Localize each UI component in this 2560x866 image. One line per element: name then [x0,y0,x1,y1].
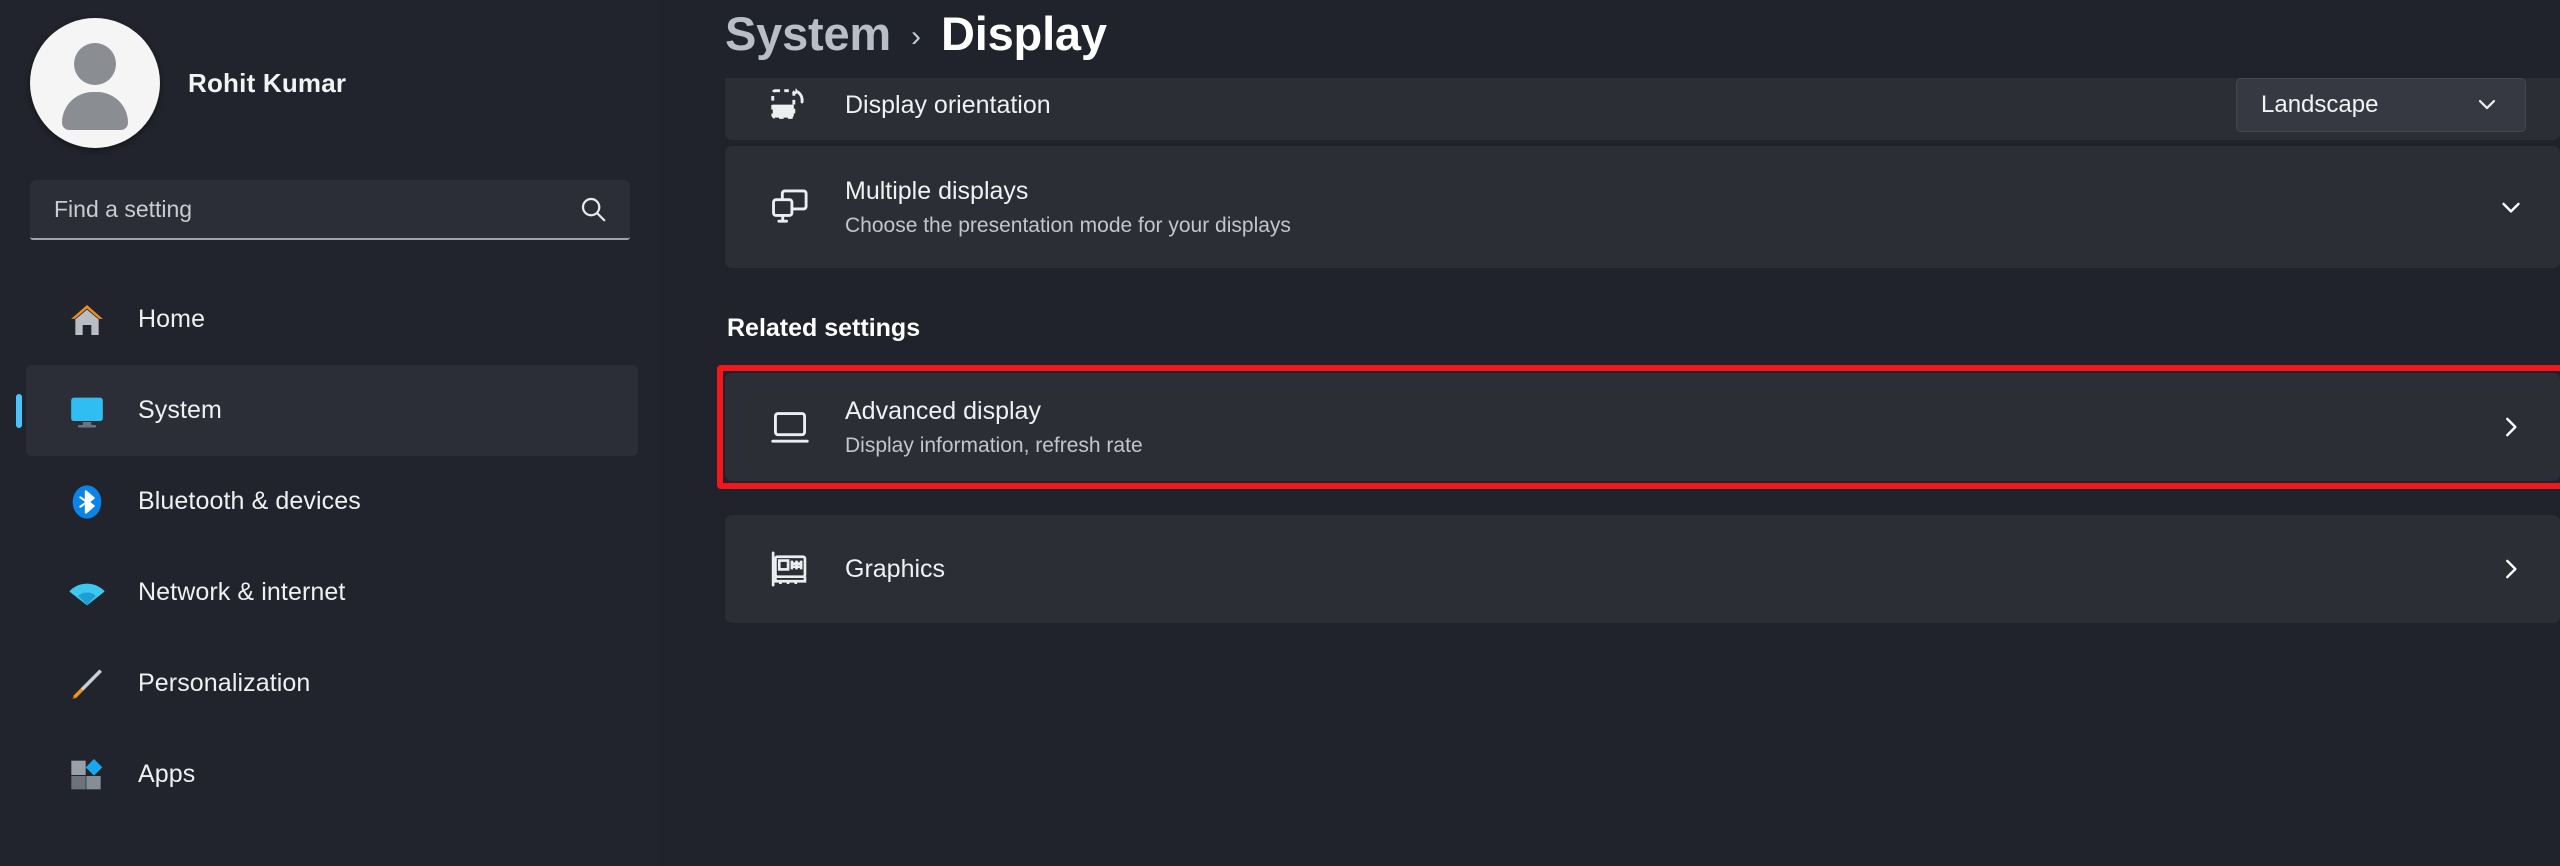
row-graphics[interactable]: Graphics [725,515,2560,623]
user-profile[interactable]: Rohit Kumar [0,8,660,158]
row-advanced-display[interactable]: Advanced display Display information, re… [725,373,2560,481]
sidebar-item-label: Network & internet [138,578,346,606]
graphics-card-icon [763,542,817,596]
row-control: Landscape [2236,78,2526,132]
row-control [2496,554,2526,584]
user-avatar-icon [30,18,160,148]
apps-icon [66,754,108,796]
row-title: Advanced display [845,397,1041,426]
sidebar-item-home[interactable]: Home [0,274,660,365]
chevron-right-icon[interactable] [2496,554,2526,584]
settings-window: Rohit Kumar Home [0,0,2560,866]
row-text: Display orientation [845,90,2236,121]
sidebar-item-label: Bluetooth & devices [138,487,361,515]
search-box[interactable] [30,180,630,240]
sidebar: Rohit Kumar Home [0,0,660,866]
row-subtitle: Choose the presentation mode for your di… [845,213,1291,237]
row-text: Advanced display Display information, re… [845,396,2496,458]
sidebar-item-apps[interactable]: Apps [0,729,660,820]
settings-list: Display orientation Landscape Multiple d… [725,78,2560,623]
row-text: Multiple displays Choose the presentatio… [845,176,2496,238]
chevron-down-icon[interactable] [2496,192,2526,222]
sidebar-nav: Home System Bluetooth & devices Network … [0,274,660,820]
sidebar-item-label: System [138,396,222,424]
row-text: Graphics [845,554,2496,585]
row-display-orientation[interactable]: Display orientation Landscape [725,78,2560,140]
sidebar-item-label: Personalization [138,669,311,697]
paintbrush-icon [66,663,108,705]
display-orientation-dropdown[interactable]: Landscape [2236,78,2526,132]
breadcrumb-system-link[interactable]: System [725,6,891,61]
sidebar-item-system[interactable]: System [16,365,638,456]
selection-indicator [16,393,22,428]
row-control [2496,412,2526,442]
search-input[interactable] [54,195,578,223]
search-icon [578,194,608,224]
sidebar-item-label: Home [138,305,206,333]
chevron-down-icon [2473,90,2503,120]
system-monitor-icon [66,390,108,432]
screen-rotation-icon [763,78,817,132]
sidebar-item-network-internet[interactable]: Network & internet [0,547,660,638]
sidebar-item-personalization[interactable]: Personalization [0,638,660,729]
row-title: Multiple displays [845,177,1029,206]
chevron-right-icon[interactable] [2496,412,2526,442]
related-settings-heading: Related settings [727,314,921,342]
dropdown-selected-value: Landscape [2261,91,2379,118]
wifi-icon [66,572,108,614]
row-title: Graphics [845,554,946,583]
multiple-displays-icon [763,180,817,234]
bluetooth-icon [66,481,108,523]
breadcrumb-separator-icon: › [911,20,922,53]
row-subtitle: Display information, refresh rate [845,433,1143,457]
monitor-icon [763,400,817,454]
sidebar-item-bluetooth-devices[interactable]: Bluetooth & devices [0,456,660,547]
sidebar-item-label: Apps [138,760,196,788]
home-icon [66,299,108,341]
row-multiple-displays[interactable]: Multiple displays Choose the presentatio… [725,146,2560,268]
content-area: System › Display Display orientation Lan… [660,0,2560,866]
user-name: Rohit Kumar [188,67,347,98]
breadcrumb: System › Display [725,0,2560,78]
page-title: Display [941,7,1107,60]
row-control [2496,192,2526,222]
row-title: Display orientation [845,90,1051,119]
